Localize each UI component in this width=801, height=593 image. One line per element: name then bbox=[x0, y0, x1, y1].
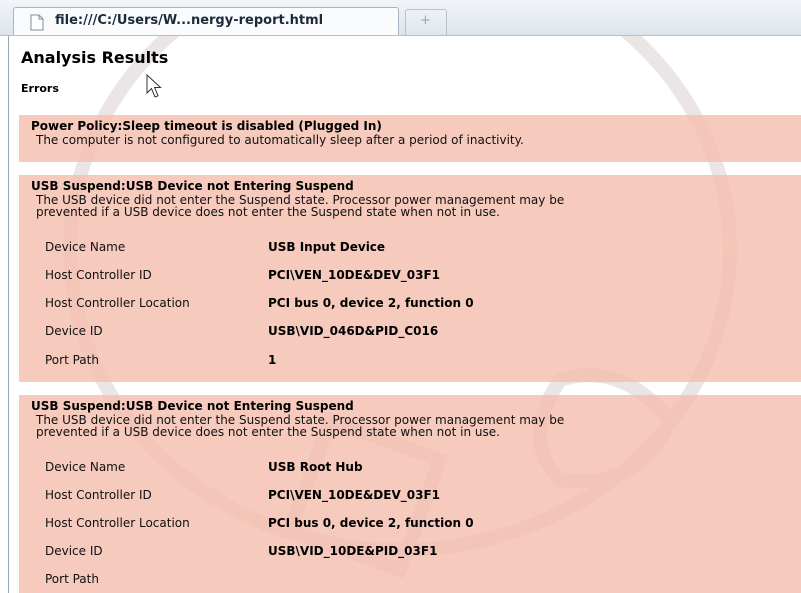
error-description: The computer is not configured to automa… bbox=[36, 133, 524, 147]
report-content: Analysis Results Errors Power Policy:Sle… bbox=[8, 35, 801, 593]
detail-value: PCI\VEN_10DE&DEV_03F1 bbox=[268, 488, 440, 502]
tab-title: file:///C:/Users/W...nergy-report.html bbox=[55, 13, 324, 28]
detail-label: Host Controller ID bbox=[45, 488, 152, 502]
detail-value: USB Input Device bbox=[268, 240, 386, 254]
tab-energy-report[interactable]: file:///C:/Users/W...nergy-report.html bbox=[13, 7, 399, 35]
page-title: Analysis Results bbox=[21, 48, 169, 67]
plus-icon: + bbox=[420, 13, 431, 28]
error-card: USB Suspend:USB Device not Entering Susp… bbox=[19, 175, 801, 382]
detail-row: Host Controller ID PCI\VEN_10DE&DEV_03F1 bbox=[45, 268, 440, 282]
detail-value: 1 bbox=[268, 353, 277, 367]
error-title: USB Suspend:USB Device not Entering Susp… bbox=[31, 179, 354, 193]
detail-value: PCI\VEN_10DE&DEV_03F1 bbox=[268, 268, 440, 282]
browser-tab-strip: file:///C:/Users/W...nergy-report.html + bbox=[0, 0, 801, 36]
detail-label: Host Controller Location bbox=[45, 516, 190, 530]
mouse-cursor-icon bbox=[146, 74, 162, 98]
error-title: USB Suspend:USB Device not Entering Susp… bbox=[31, 399, 354, 413]
detail-row: Port Path 1 bbox=[45, 353, 276, 367]
detail-value: USB\VID_10DE&PID_03F1 bbox=[268, 544, 438, 558]
detail-row: Host Controller Location PCI bus 0, devic… bbox=[45, 516, 474, 530]
detail-row: Device Name USB Input Device bbox=[45, 240, 385, 254]
detail-label: Device ID bbox=[45, 544, 103, 558]
detail-row: Host Controller ID PCI\VEN_10DE&DEV_03F1 bbox=[45, 488, 440, 502]
detail-label: Port Path bbox=[45, 572, 99, 586]
detail-label: Port Path bbox=[45, 353, 99, 367]
detail-value: PCI bus 0, device 2, function 0 bbox=[268, 296, 474, 310]
error-description: The USB device did not enter the Suspend… bbox=[36, 413, 565, 439]
detail-row: Device Name USB Root Hub bbox=[45, 460, 363, 474]
error-card: Power Policy:Sleep timeout is disabled (… bbox=[19, 115, 801, 162]
error-description: The USB device did not enter the Suspend… bbox=[36, 193, 565, 219]
detail-label: Host Controller ID bbox=[45, 268, 152, 282]
detail-value: PCI bus 0, device 2, function 0 bbox=[268, 516, 474, 530]
detail-value: USB\VID_046D&PID_C016 bbox=[268, 324, 439, 338]
error-card: USB Suspend:USB Device not Entering Susp… bbox=[19, 395, 801, 593]
detail-row: Device ID USB\VID_046D&PID_C016 bbox=[45, 324, 438, 338]
detail-label: Host Controller Location bbox=[45, 296, 190, 310]
new-tab-button[interactable]: + bbox=[405, 9, 447, 35]
detail-row: Port Path bbox=[45, 572, 268, 586]
detail-label: Device ID bbox=[45, 324, 103, 338]
detail-row: Host Controller Location PCI bus 0, devic… bbox=[45, 296, 474, 310]
detail-label: Device Name bbox=[45, 460, 126, 474]
error-title: Power Policy:Sleep timeout is disabled (… bbox=[31, 119, 382, 133]
document-icon bbox=[30, 14, 44, 31]
detail-row: Device ID USB\VID_10DE&PID_03F1 bbox=[45, 544, 437, 558]
section-title-errors: Errors bbox=[21, 82, 59, 95]
detail-value: USB Root Hub bbox=[268, 460, 363, 474]
detail-label: Device Name bbox=[45, 240, 126, 254]
